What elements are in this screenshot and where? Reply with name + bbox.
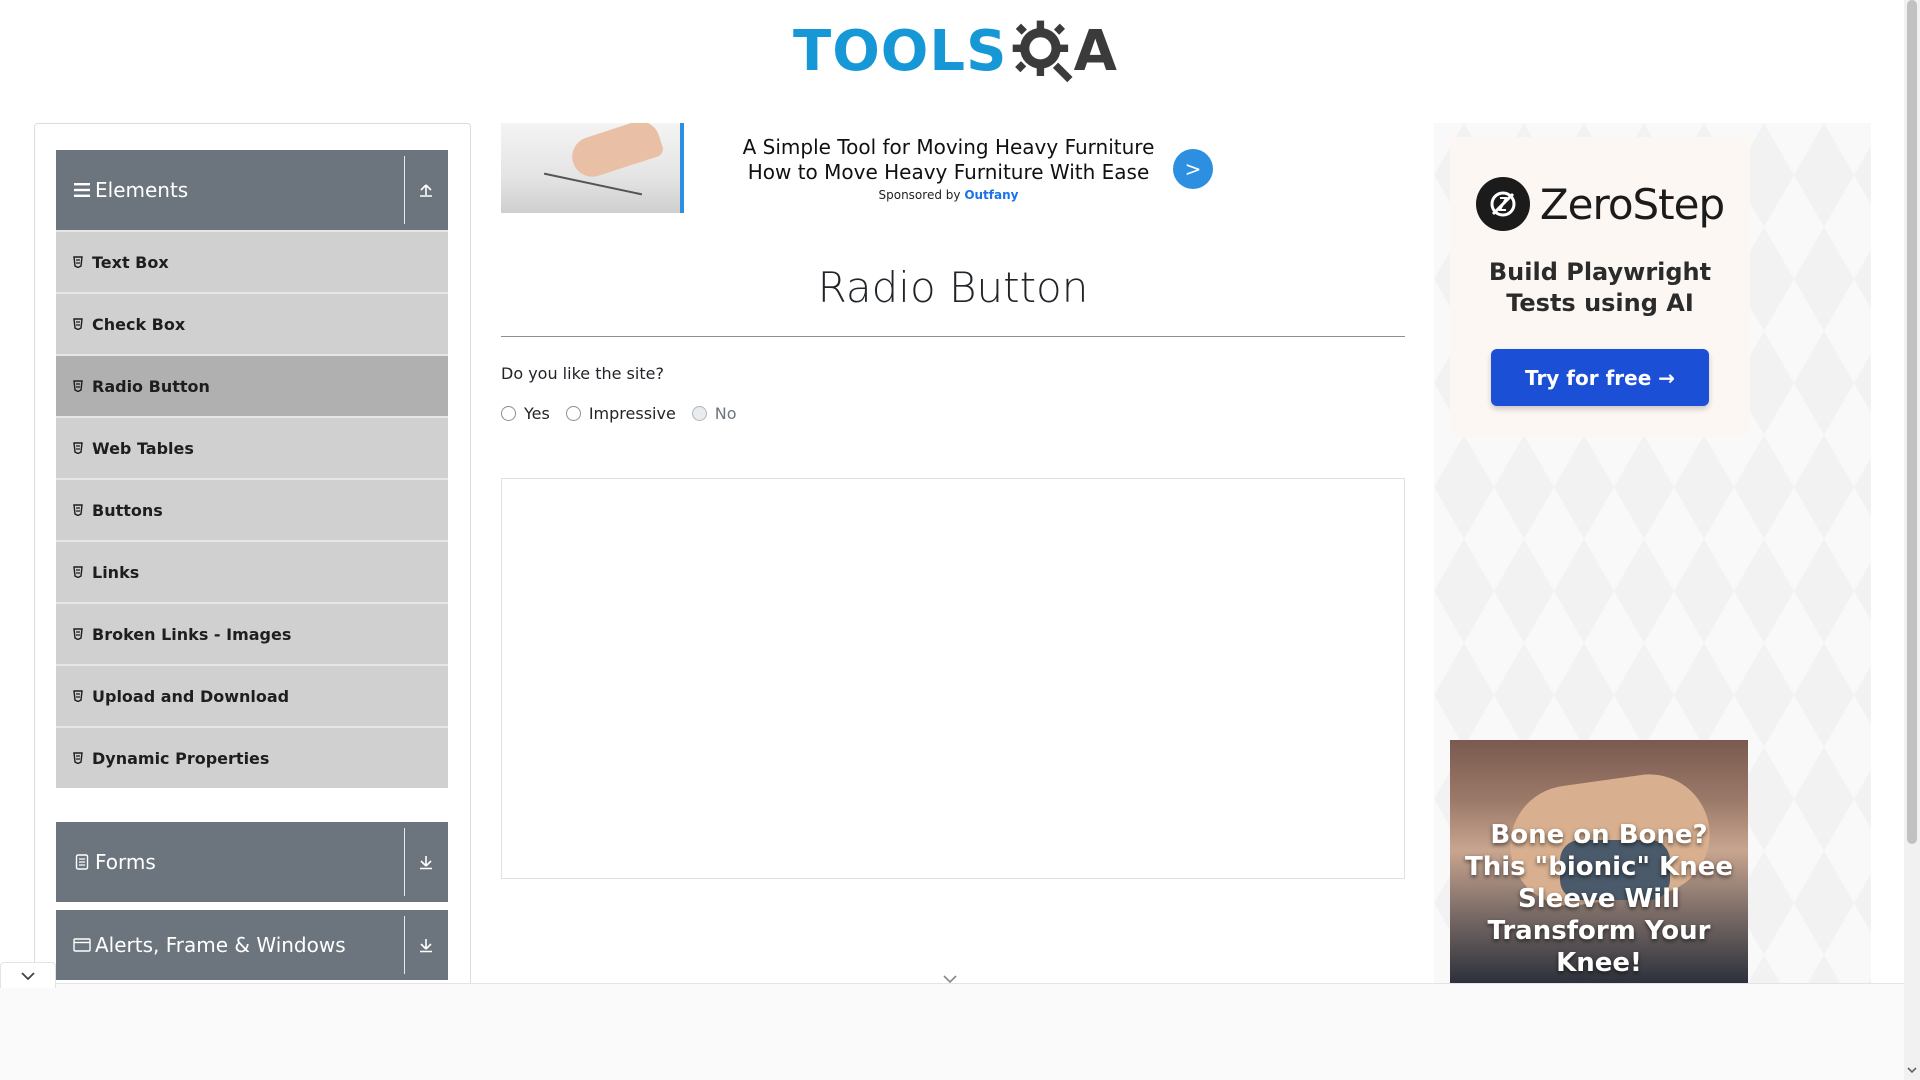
ad-text-block[interactable]: A Simple Tool for Moving Heavy Furniture… xyxy=(684,123,1213,213)
radio-no xyxy=(691,406,707,421)
list-item-icon xyxy=(72,565,84,579)
sidebar-item-label: Links xyxy=(92,562,140,582)
sidebar-group-label: Forms xyxy=(95,850,156,874)
radio-option-no: No xyxy=(691,404,737,423)
ad-thumbnail-image[interactable] xyxy=(501,123,684,213)
group-divider xyxy=(404,828,405,896)
zerostep-logo-icon xyxy=(1475,177,1530,231)
sidebar-item-text-box[interactable]: Text Box xyxy=(56,230,448,292)
ad-headline[interactable]: A Simple Tool for Moving Heavy Furniture… xyxy=(719,135,1179,185)
sidebar-item-broken-links[interactable]: Broken Links - Images xyxy=(56,602,448,664)
zerostep-tagline: Build Playwright Tests using AI xyxy=(1488,258,1712,317)
sidebar-item-label: Text Box xyxy=(92,252,169,272)
sidebar-item-label: Radio Button xyxy=(92,376,210,396)
elements-menu-list: Text Box Check Box Radio Button Web Tabl… xyxy=(56,230,448,788)
sidebar-item-label: Check Box xyxy=(92,314,186,334)
sidebar: Elements Text Box Check Box Radio Button… xyxy=(34,123,471,1003)
right-sidebar-ad: ZeroStep Build Playwright Tests using AI… xyxy=(1434,123,1871,1003)
sidebar-item-label: Broken Links - Images xyxy=(92,624,292,644)
sidebar-item-buttons[interactable]: Buttons xyxy=(56,478,448,540)
zerostep-brand: ZeroStep xyxy=(1539,179,1725,229)
collapse-arrow-icon[interactable] xyxy=(414,178,438,202)
bottom-ad-bar xyxy=(0,983,1904,1080)
chevron-down-icon xyxy=(21,971,35,980)
radio-option-impressive[interactable]: Impressive xyxy=(565,404,676,423)
sidebar-item-dynamic-properties[interactable]: Dynamic Properties xyxy=(56,726,448,788)
scrollbar-thumb[interactable] xyxy=(1907,0,1917,844)
sidebar-group-label: Elements xyxy=(95,178,189,202)
ad-go-button[interactable]: > xyxy=(1173,149,1213,189)
toolsqa-logo[interactable]: TOOLS A xyxy=(793,14,1117,90)
radio-impressive[interactable] xyxy=(565,406,581,421)
knee-ad-headline[interactable]: Bone on Bone? This "bionic" Knee Sleeve … xyxy=(1450,819,1748,979)
radio-yes[interactable] xyxy=(501,406,516,421)
radio-question: Do you like the site? xyxy=(501,364,664,383)
sidebar-item-label: Buttons xyxy=(92,500,163,520)
logo-text-tools: TOOLS xyxy=(793,19,1008,84)
expand-arrow-icon[interactable] xyxy=(414,850,438,874)
list-item-icon xyxy=(72,689,84,703)
hamburger-icon xyxy=(73,181,91,199)
radio-no-label: No xyxy=(714,404,737,423)
sidebar-item-label: Dynamic Properties xyxy=(92,748,270,768)
page-title: Radio Button xyxy=(817,263,1089,312)
ad-sponsor-brand[interactable]: Outfany xyxy=(964,188,1018,202)
sidebar-item-label: Upload and Download xyxy=(92,686,290,706)
sidebar-item-links[interactable]: Links xyxy=(56,540,448,602)
list-item-icon xyxy=(72,751,84,765)
radio-yes-label[interactable]: Yes xyxy=(524,404,550,423)
bottom-ad-toggle[interactable] xyxy=(0,962,56,988)
try-for-free-button[interactable]: Try for free → xyxy=(1491,349,1709,406)
zerostep-brand-row: ZeroStep xyxy=(1475,177,1725,231)
radio-option-yes[interactable]: Yes xyxy=(501,404,550,423)
zerostep-ad-card[interactable]: ZeroStep Build Playwright Tests using AI… xyxy=(1450,137,1750,437)
list-item-icon xyxy=(72,317,84,331)
document-icon xyxy=(73,853,91,871)
radio-impressive-label[interactable]: Impressive xyxy=(589,404,676,423)
sidebar-item-label: Web Tables xyxy=(92,438,194,458)
sidebar-group-forms[interactable]: Forms xyxy=(56,822,448,902)
sponsored-ad-banner[interactable]: A Simple Tool for Moving Heavy Furniture… xyxy=(501,123,1213,213)
expand-arrow-icon[interactable] xyxy=(414,933,438,957)
sidebar-group-label: Alerts, Frame & Windows xyxy=(95,933,346,957)
ad-image-hand xyxy=(567,123,665,182)
knee-sleeve-ad[interactable]: Bone on Bone? This "bionic" Knee Sleeve … xyxy=(1450,740,1748,985)
sidebar-item-upload-download[interactable]: Upload and Download xyxy=(56,664,448,726)
group-divider xyxy=(404,156,405,224)
logo-text-a: A xyxy=(1073,19,1117,84)
radio-group: Yes Impressive No xyxy=(501,404,753,423)
list-item-icon xyxy=(72,441,84,455)
sidebar-item-check-box[interactable]: Check Box xyxy=(56,292,448,354)
scroll-down-arrow-icon[interactable] xyxy=(1906,1064,1918,1076)
page: TOOLS A Elements Text Box Check Box Radi… xyxy=(0,0,1920,1080)
sidebar-item-radio-button[interactable]: Radio Button xyxy=(56,354,448,416)
group-divider xyxy=(404,916,405,974)
list-item-icon xyxy=(72,255,84,269)
title-divider xyxy=(501,336,1405,337)
gear-magnifier-icon xyxy=(1013,20,1073,83)
list-item-icon xyxy=(72,503,84,517)
ad-placeholder-box xyxy=(501,478,1405,879)
list-item-icon xyxy=(72,379,84,393)
sidebar-group-elements[interactable]: Elements xyxy=(56,150,448,230)
ad-sponsor-prefix: Sponsored by xyxy=(878,187,961,202)
sidebar-group-alerts[interactable]: Alerts, Frame & Windows xyxy=(56,910,448,980)
window-icon xyxy=(73,936,91,954)
sidebar-item-web-tables[interactable]: Web Tables xyxy=(56,416,448,478)
ad-sponsor-line: Sponsored by Outfany xyxy=(879,188,1019,202)
list-item-icon xyxy=(72,627,84,641)
